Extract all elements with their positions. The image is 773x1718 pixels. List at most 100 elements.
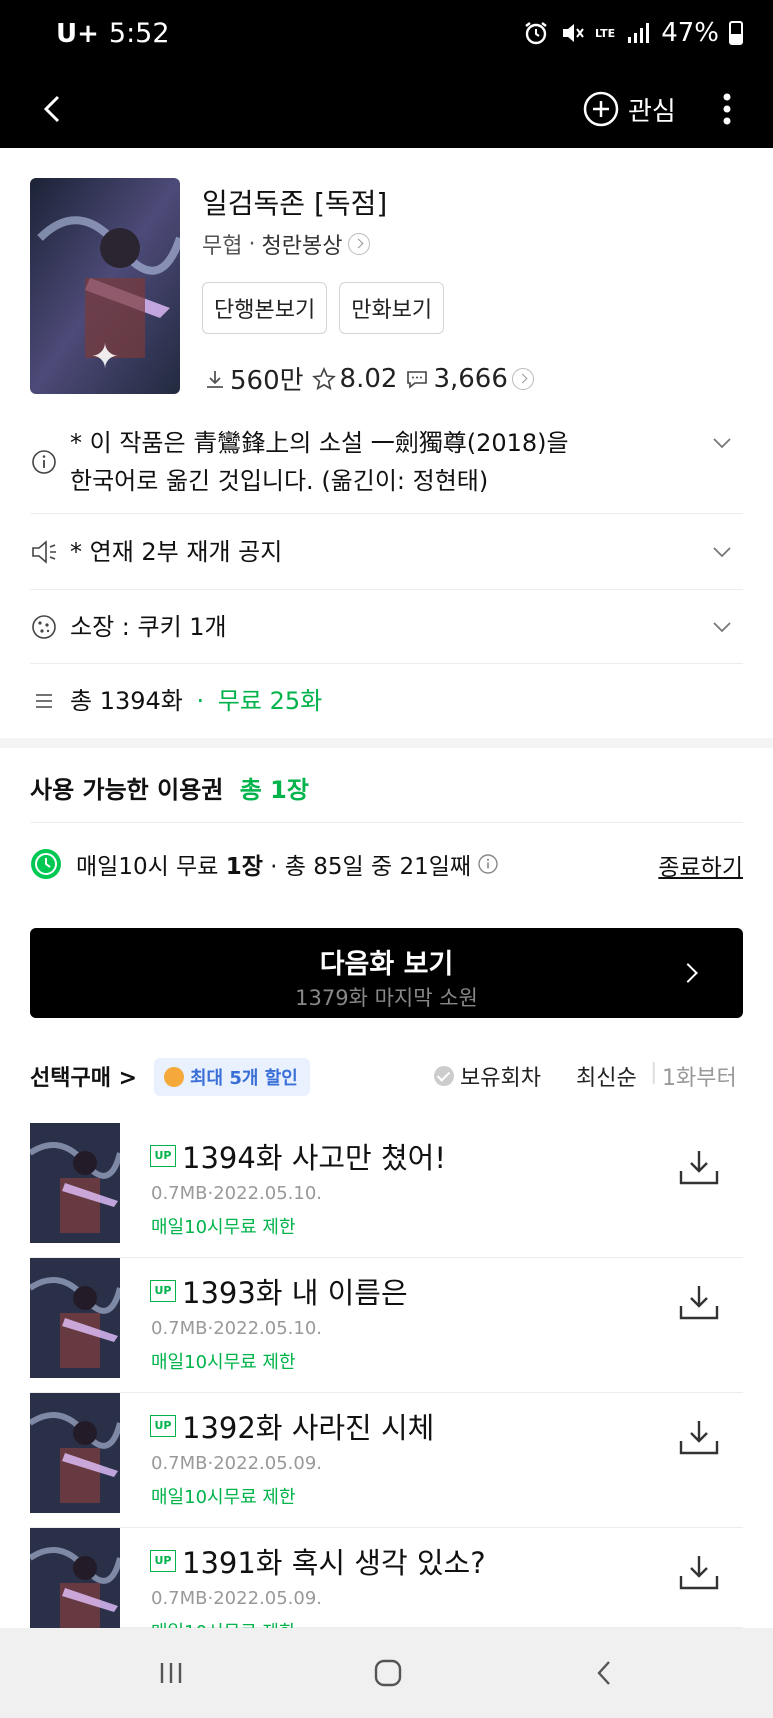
owned-filter-label: 보유회차 xyxy=(460,1066,541,1091)
episode-meta: 0.7MB·2022.05.09. xyxy=(151,1453,323,1474)
sort-first-button[interactable]: 1화부터 xyxy=(662,1060,737,1092)
episode-meta: 0.7MB·2022.05.09. xyxy=(151,1588,323,1609)
signal-icon xyxy=(628,23,650,43)
episode-title-row: UP 1391화 혹시 생각 있소? xyxy=(150,1540,486,1582)
favorite-label: 관심 xyxy=(628,96,676,127)
episode-row[interactable]: UP 1392화 사라진 시체 0.7MB·2022.05.09. 매일10시무료 제… xyxy=(30,1393,743,1528)
add-favorite-button[interactable]: 관심 xyxy=(582,84,676,134)
pass-section-title: 사용 가능한 이용권 총 1장 xyxy=(30,770,309,805)
owned-cookie-row[interactable]: 소장 : 쿠키 1개 xyxy=(30,590,743,664)
cookie-icon xyxy=(32,615,56,639)
download-icon[interactable] xyxy=(677,1145,721,1189)
back-arrow-icon[interactable] xyxy=(30,84,80,134)
book-button-row: 단행본보기 만화보기 xyxy=(202,282,445,334)
battery-level: 47% xyxy=(661,18,719,48)
discount-badge[interactable]: 최대 5개 할인 xyxy=(154,1058,310,1096)
download-count-icon xyxy=(207,370,223,388)
episode-title-row: UP 1394화 사고만 쳤어! xyxy=(150,1135,446,1177)
chevron-down-icon xyxy=(713,438,731,449)
book-stats: 560만 8.02 3,666 xyxy=(204,360,534,397)
episode-free-limit: 매일10시무료 제한 xyxy=(151,1217,296,1238)
episode-count-row: 총 1394화 · 무료 25화 xyxy=(30,664,743,738)
episode-title: 1391화 혹시 생각 있소? xyxy=(182,1546,486,1580)
author-link[interactable]: 청란봉상 xyxy=(261,228,342,260)
home-icon[interactable] xyxy=(373,1658,403,1688)
system-nav-bar xyxy=(0,1628,773,1718)
view-volume-button[interactable]: 단행본보기 xyxy=(202,282,328,334)
svg-text:✦: ✦ xyxy=(91,337,120,377)
comment-count: 3,666 xyxy=(433,363,508,394)
info-icon[interactable] xyxy=(477,853,499,875)
speaker-icon xyxy=(32,540,56,564)
up-badge: UP xyxy=(150,1415,176,1437)
book-meta: 무협 · 청란봉상 xyxy=(202,228,371,260)
next-episode-button[interactable]: 다음화 보기 1379화 마지막 소원 xyxy=(30,928,743,1018)
episode-thumbnail xyxy=(30,1393,120,1513)
info-icon xyxy=(32,450,56,474)
sort-latest-button[interactable]: 최신순 xyxy=(576,1060,637,1092)
status-bar: U+ 5:52 LTE 47% xyxy=(0,0,773,70)
app-bar: 관심 xyxy=(0,70,773,148)
author-arrow-icon[interactable] xyxy=(348,233,371,255)
episode-free-limit: 매일10시무료 제한 xyxy=(151,1487,296,1508)
notice-line-2: 한국어로 옮긴 것입니다. (옮긴이: 정현태) xyxy=(70,467,489,495)
system-back-icon[interactable] xyxy=(590,1658,620,1688)
episode-row[interactable]: UP 1393화 내 이름은 0.7MB·2022.05.10. 매일10시무료 제한 xyxy=(30,1258,743,1393)
discount-label: 최대 5개 할인 xyxy=(190,1068,298,1089)
owned-filter-toggle[interactable]: 보유회차 xyxy=(434,1060,541,1092)
episode-row[interactable]: UP1391화 혹시 생각 있소?0.7MB·2022.05.09.매일10시무… xyxy=(30,1528,743,1648)
up-badge: UP xyxy=(150,1280,176,1302)
episode-title: 1394화 사고만 쳤어! xyxy=(182,1141,446,1175)
star-icon xyxy=(311,366,336,390)
episode-title: 1392화 사라진 시체 xyxy=(182,1411,435,1445)
next-episode-sub: 1379화 마지막 소원 xyxy=(295,986,478,1010)
comments-link[interactable]: 3,666 xyxy=(405,363,534,394)
episode-free-limit: 매일10시무료 제한 xyxy=(151,1352,296,1373)
chevron-down-icon xyxy=(713,622,731,633)
more-vertical-icon[interactable] xyxy=(712,84,742,134)
add-circle-icon xyxy=(583,91,619,127)
carrier-label: U+ xyxy=(56,19,99,49)
episode-thumbnail xyxy=(30,1123,120,1243)
up-badge: UP xyxy=(150,1550,176,1572)
meta-dot: · xyxy=(248,231,256,257)
rating-value: 8.02 xyxy=(339,363,398,394)
divider xyxy=(30,822,743,823)
episode-meta: 0.7MB·2022.05.10. xyxy=(151,1183,323,1204)
episode-title-row: UP 1393화 내 이름은 xyxy=(150,1270,408,1312)
download-icon[interactable] xyxy=(677,1550,721,1594)
download-icon[interactable] xyxy=(677,1415,721,1459)
announcement-text: * 연재 2부 재개 공지 xyxy=(70,538,283,566)
notice-line-1: * 이 작품은 青鸞鋒上의 소설 一劍獨尊(2018)을 xyxy=(70,429,569,457)
comment-icon xyxy=(407,370,428,389)
up-badge: UP xyxy=(150,1145,176,1167)
view-comic-button[interactable]: 만화보기 xyxy=(339,282,445,334)
announcement-row[interactable]: * 연재 2부 재개 공지 xyxy=(30,514,743,590)
book-cover[interactable]: ✦ xyxy=(30,178,180,394)
episode-title: 1393화 내 이름은 xyxy=(182,1276,408,1310)
pass-count: 총 1장 xyxy=(239,776,309,804)
episode-meta: 0.7MB·2022.05.10. xyxy=(151,1318,323,1339)
owned-text: 소장 : 쿠키 1개 xyxy=(70,613,227,641)
pass-text-suffix: · 총 85일 중 21일째 xyxy=(262,854,472,880)
pass-text-bold: 1장 xyxy=(225,854,263,880)
battery-icon xyxy=(729,21,743,45)
comments-arrow-icon xyxy=(511,367,534,390)
list-icon xyxy=(36,694,52,708)
recent-apps-icon[interactable] xyxy=(156,1658,186,1688)
translation-notice-row[interactable]: * 이 작품은 青鸞鋒上의 소설 一劍獨尊(2018)을 한국어로 옮긴 것입니… xyxy=(30,418,743,514)
end-pass-link[interactable]: 종료하기 xyxy=(658,848,743,882)
download-icon[interactable] xyxy=(677,1280,721,1324)
mute-icon xyxy=(562,24,584,42)
pass-title-text: 사용 가능한 이용권 xyxy=(30,776,224,804)
select-purchase-button[interactable]: 선택구매 > xyxy=(30,1060,137,1092)
episode-row[interactable]: UP 1394화 사고만 쳤어! 0.7MB·2022.05.10. 매일10시무료 … xyxy=(30,1123,743,1258)
episode-thumbnail xyxy=(30,1258,120,1378)
clock-icon xyxy=(31,849,61,879)
pass-text: 매일10시 무료 1장 · 총 85일 중 21일째 xyxy=(76,847,471,881)
book-title: 일검독존 [독점] xyxy=(202,187,388,220)
sort-divider: | xyxy=(650,1060,658,1085)
alarm-icon xyxy=(525,22,547,45)
count-dot: · xyxy=(196,687,205,715)
check-icon xyxy=(434,1066,454,1086)
